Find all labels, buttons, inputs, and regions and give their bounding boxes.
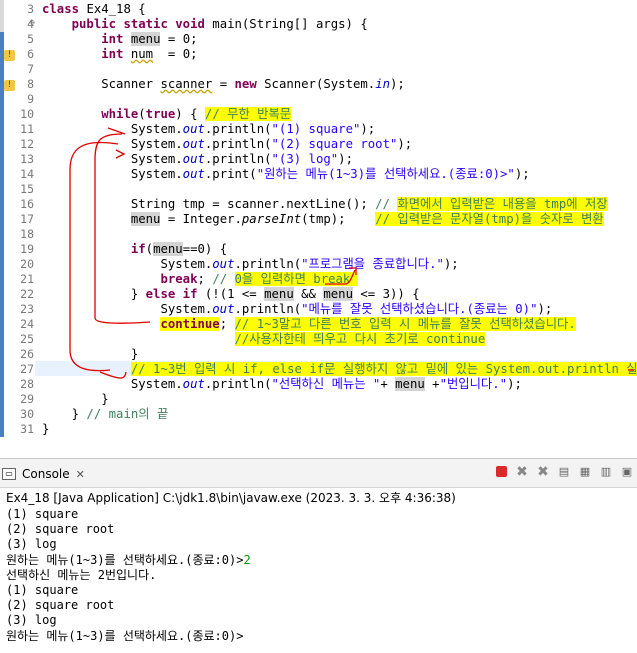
line-number: 25 [20,332,34,346]
code-line-30[interactable]: } // main의 끝 [42,407,169,422]
code-line-29[interactable]: } [42,392,108,407]
line-number: 11 [20,122,34,136]
code-line-21[interactable]: break; // 0을 입력하면 break [42,272,358,287]
line-number: 10 [20,107,34,121]
line-number: 9 [27,92,34,106]
line-number: 30 [20,407,34,421]
console-panel[interactable]: ▭ Console ✕ ✖ ✖ ▤ ▦ ▥ ▣ Ex4_18 [Java App… [0,458,637,653]
code-line-31[interactable]: } [42,422,49,437]
code-line-22[interactable]: } else if (!(1 <= menu && menu <= 3)) { [42,287,420,302]
code-line-11[interactable]: System.out.println("(1) square"); [42,122,375,137]
line-number: 23 [20,302,34,316]
line-number: 28 [20,377,34,391]
output-line: (3) log [6,537,57,552]
close-icon[interactable]: ✕ [76,468,85,481]
tab-console[interactable]: ▭ Console ✕ [2,462,85,486]
code-line-4[interactable]: public static void main(String[] args) { [42,17,368,32]
line-number: 29 [20,392,34,406]
code-line-14[interactable]: System.out.print("원하는 메뉴(1~3)를 선택하세요.(종료… [42,167,530,182]
line-number: 17 [20,212,34,226]
line-number: 14 [20,167,34,181]
line-number: 27 [20,362,34,376]
class-name: Ex4_18 { [86,2,146,16]
warning-icon[interactable]: ! [4,50,15,61]
code-line-17[interactable]: menu = Integer.parseInt(tmp); // 입력받은 문자… [42,212,604,227]
code-line-25[interactable]: //사용자한테 띄우고 다시 초기로 continue [42,332,486,347]
line-number: 15 [20,182,34,196]
line-number: 12 [20,137,34,151]
line-number: 19 [20,242,34,256]
line-number: 3 [27,2,34,16]
code-line-3[interactable]: class Ex4_18 { [42,2,146,17]
line-number: 13 [20,152,34,166]
console-output[interactable]: (1) square (2) square root (3) log 원하는 메… [6,507,251,644]
code-line-5[interactable]: int menu = 0; [42,32,198,47]
console-icon: ▭ [2,468,16,480]
display-console-icon[interactable]: ▣ [619,464,635,480]
line-number: 24 [20,317,34,331]
console-status: Ex4_18 [Java Application] C:\jdk1.8\bin\… [6,491,456,505]
output-line: (2) square root [6,522,115,537]
line-number: 16 [20,197,34,211]
word-wrap-icon[interactable]: ▦ [577,464,593,480]
remove-launch-icon[interactable]: ✖ [514,464,530,480]
code-line-26[interactable]: } [42,347,138,362]
scroll-lock-icon[interactable]: ▤ [556,464,572,480]
output-line: 선택하신 메뉴는 2번입니다. [6,567,157,582]
code-line-27[interactable]: // 1~3번 입력 시 if, else if문 실행하지 않고 밑에 있는 … [42,362,637,377]
console-tab-label: Console [22,467,70,481]
output-line: (1) square [6,507,79,521]
output-line: 원하는 메뉴(1~3)를 선택하세요.(종료:0)> [6,628,244,643]
remove-all-icon[interactable]: ✖ [535,464,551,480]
code-line-12[interactable]: System.out.println("(2) square root"); [42,137,412,152]
line-number: 22 [20,287,34,301]
line-number: 20 [20,257,34,271]
line-number: 18 [20,227,34,241]
line-number: 21 [20,272,34,286]
code-line-23[interactable]: System.out.println("메뉴를 잘못 선택하셨습니다.(종료는 … [42,302,552,317]
output-line: (3) log [6,613,57,628]
fold-toggle-icon[interactable]: ⊖ [30,18,35,27]
user-input: 2 [243,552,251,567]
terminate-icon[interactable] [496,466,507,477]
console-tabbar: ▭ Console ✕ ✖ ✖ ▤ ▦ ▥ ▣ [0,459,637,488]
code-line-8[interactable]: Scanner scanner = new Scanner(System.in)… [42,77,405,92]
pin-icon[interactable]: ▥ [598,464,614,480]
output-line: (2) square root [6,598,115,613]
code-line-28[interactable]: System.out.println("선택하신 메뉴는 "+ menu +"번… [42,377,522,392]
code-editor[interactable]: 3 4 5 6 7 8 9 10 11 12 13 14 15 16 17 18 19 20 21 22 23 24 25 2… [0,0,637,437]
line-number: 31 [20,422,34,436]
output-line: (1) square [6,583,79,598]
warning-icon[interactable]: ! [4,80,15,91]
output-line: 원하는 메뉴(1~3)를 선택하세요.(종료:0)> [6,552,244,567]
code-line-24[interactable]: continue; // 1~3말고 다른 번호 입력 시 메뉴를 잘못 선택하… [42,317,576,332]
code-line-6[interactable]: int num = 0; [42,47,197,62]
line-number: 5 [27,32,34,46]
code-line-20[interactable]: System.out.println("프로그램을 종료합니다."); [42,257,458,272]
console-toolbar: ✖ ✖ ▤ ▦ ▥ ▣ [494,464,635,480]
line-number: 7 [27,62,34,76]
code-line-13[interactable]: System.out.println("(3) log"); [42,152,353,167]
code-line-16[interactable]: String tmp = scanner.nextLine(); // 화면에서… [42,197,608,212]
code-line-19[interactable]: if(menu==0) { [42,242,227,257]
line-number: 26 [20,347,34,361]
code-line-10[interactable]: while(true) { // 무한 반복문 [42,107,292,122]
